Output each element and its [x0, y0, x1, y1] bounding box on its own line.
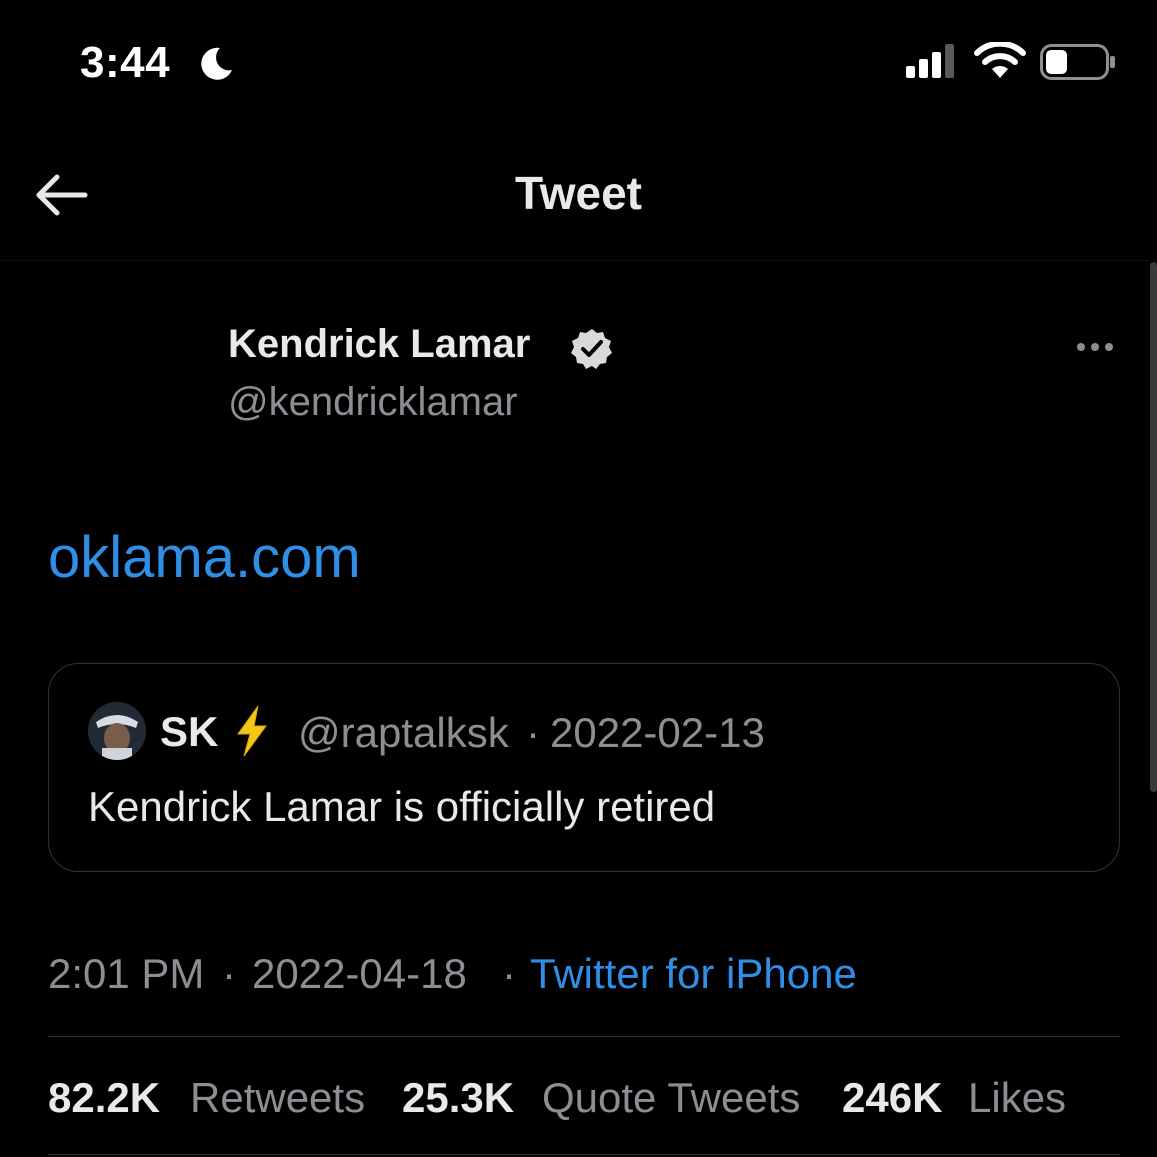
ellipsis-dot	[1105, 343, 1113, 351]
meta-separator: ·	[502, 950, 516, 997]
tweet-date[interactable]: 2022-04-18	[252, 950, 467, 998]
retweets-count[interactable]: 82.2K	[48, 1074, 160, 1122]
quote-text: Kendrick Lamar is officially retired	[88, 783, 716, 830]
battery-icon	[1040, 44, 1115, 80]
tweet-time[interactable]: 2:01 PM	[48, 950, 204, 998]
tweet-source-link[interactable]: Twitter for iPhone	[530, 950, 857, 998]
likes-label[interactable]: Likes	[968, 1074, 1066, 1122]
quote-date: 2022-02-13	[550, 709, 765, 756]
verified-badge-icon	[571, 329, 612, 369]
lightning-bolt-icon	[237, 705, 267, 757]
signal-icon	[906, 44, 954, 78]
wifi-icon	[974, 42, 1026, 78]
tweet-link[interactable]: oklama.com	[48, 524, 361, 591]
quote-tweets-label[interactable]: Quote Tweets	[542, 1074, 800, 1122]
retweets-label[interactable]: Retweets	[190, 1074, 365, 1122]
status-time: 3:44	[80, 38, 171, 87]
page-title: Tweet	[515, 167, 642, 219]
ellipsis-icon	[1077, 343, 1085, 351]
quote-separator: ·	[526, 709, 540, 756]
likes-count[interactable]: 246K	[842, 1074, 942, 1122]
quote-tweets-count[interactable]: 25.3K	[402, 1074, 514, 1122]
avatar-image	[88, 702, 146, 760]
header-divider	[0, 260, 1157, 261]
author-name[interactable]: Kendrick Lamar	[228, 322, 530, 367]
author-handle[interactable]: @kendricklamar	[228, 380, 518, 425]
meta-divider	[48, 1036, 1120, 1037]
more-options-button[interactable]	[1068, 332, 1122, 362]
quote-avatar[interactable]	[88, 702, 146, 760]
quote-author-handle: @raptalksk	[298, 709, 509, 756]
scrollbar[interactable]	[1150, 262, 1157, 792]
quote-tweet-card[interactable]	[48, 663, 1120, 872]
meta-separator: ·	[222, 950, 236, 997]
ellipsis-dot	[1091, 343, 1099, 351]
quote-author-name: SK	[160, 708, 219, 755]
moon-icon	[201, 47, 232, 80]
stats-divider	[48, 1154, 1120, 1155]
